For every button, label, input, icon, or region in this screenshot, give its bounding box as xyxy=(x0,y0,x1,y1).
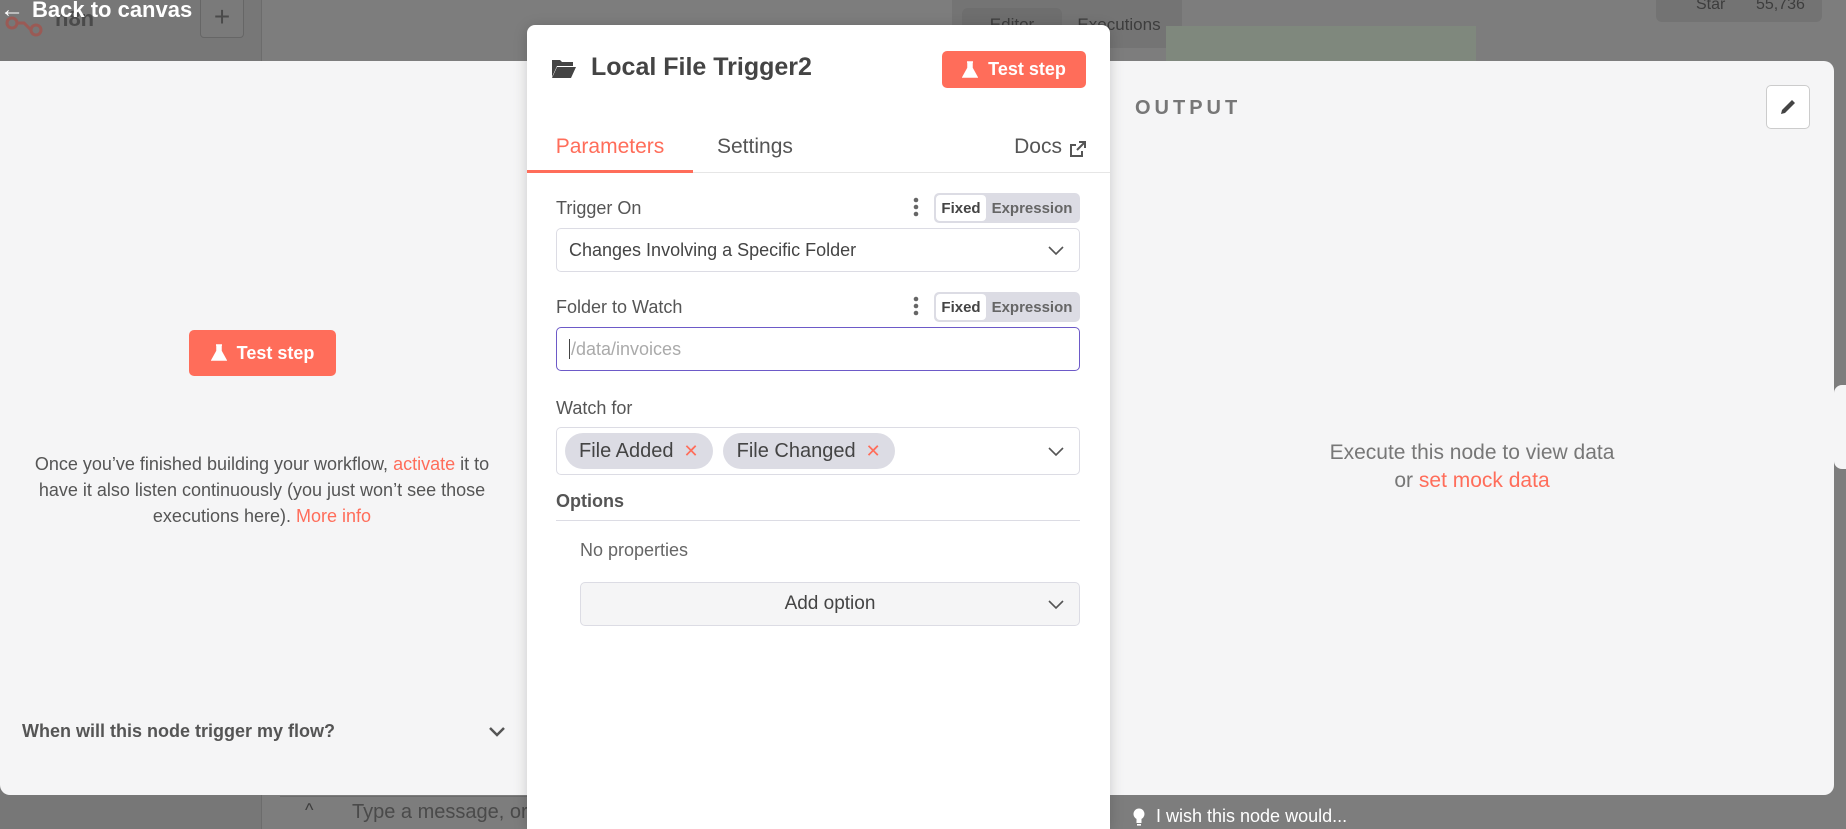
add-option-button[interactable]: Add option xyxy=(580,582,1080,626)
mode-expression-button[interactable]: Expression xyxy=(986,200,1078,217)
input-test-step-button[interactable]: Test step xyxy=(189,330,336,376)
chip-label: File Added xyxy=(579,439,674,462)
panel-edge-handle xyxy=(1834,385,1846,469)
external-link-icon xyxy=(1070,141,1086,157)
folder-mode-toggle: Fixed Expression xyxy=(934,292,1080,322)
docs-link[interactable]: Docs xyxy=(1014,107,1086,173)
back-to-canvas-button[interactable]: ← Back to canvas xyxy=(0,0,192,24)
options-heading: Options xyxy=(556,491,1080,521)
description-prefix: Once you’ve finished building your workf… xyxy=(34,454,389,474)
activate-link[interactable]: activate xyxy=(393,454,455,474)
test-step-label: Test step xyxy=(236,342,315,363)
folder-placeholder: /data/invoices xyxy=(571,338,682,359)
output-empty-message: Execute this node to view data or set mo… xyxy=(1210,439,1734,495)
tab-settings[interactable]: Settings xyxy=(717,107,793,173)
more-info-link[interactable]: More info xyxy=(296,506,371,526)
output-panel: OUTPUT Execute this node to view data or… xyxy=(1110,61,1834,795)
watch-for-multiselect[interactable]: File Added ✕ File Changed ✕ xyxy=(556,427,1080,475)
feature-request-label: I wish this node would... xyxy=(1156,806,1348,826)
trigger-on-select[interactable]: Changes Involving a Specific Folder xyxy=(556,228,1080,272)
feature-request-link[interactable]: I wish this node would... xyxy=(1132,806,1347,827)
tab-parameters[interactable]: Parameters xyxy=(527,107,693,173)
more-options-icon[interactable] xyxy=(913,197,919,217)
node-title[interactable]: Local File Trigger2 xyxy=(591,53,812,82)
star-count: 55,736 xyxy=(1756,0,1805,13)
faq-question: When will this node trigger my flow? xyxy=(22,721,336,741)
test-step-button[interactable]: Test step xyxy=(942,51,1086,88)
docs-label: Docs xyxy=(1014,135,1062,158)
mode-expression-button[interactable]: Expression xyxy=(986,299,1078,316)
folder-open-icon xyxy=(552,59,576,78)
text-cursor xyxy=(569,339,570,359)
chip-file-changed: File Changed ✕ xyxy=(722,433,895,469)
github-star-badge[interactable]: Star 55,736 xyxy=(1656,0,1822,22)
test-step-label: Test step xyxy=(988,59,1066,79)
trigger-description: Once you’ve finished building your workf… xyxy=(26,451,498,529)
chevron-down-icon xyxy=(1048,447,1064,457)
no-properties-text: No properties xyxy=(580,540,689,560)
back-to-canvas-label: Back to canvas xyxy=(32,0,193,22)
lightbulb-icon xyxy=(1133,808,1145,826)
trigger-on-label-row: Trigger On Fixed Expression xyxy=(556,193,1080,223)
add-node-button[interactable]: + xyxy=(200,0,244,38)
trigger-on-label: Trigger On xyxy=(556,197,642,218)
output-or: or xyxy=(1394,469,1414,492)
canvas-node-preview xyxy=(1166,26,1476,66)
output-message-line2: or set mock data xyxy=(1210,467,1734,495)
mode-fixed-button[interactable]: Fixed xyxy=(936,294,986,320)
pencil-icon xyxy=(1781,100,1795,114)
watch-for-label: Watch for xyxy=(556,397,633,418)
remove-chip-icon[interactable]: ✕ xyxy=(866,441,881,462)
watch-for-label-row: Watch for xyxy=(556,393,1080,423)
node-tabs: Parameters Settings Docs xyxy=(527,107,1110,173)
folder-to-watch-input[interactable]: /data/invoices xyxy=(556,327,1080,371)
arrow-left-icon: ← xyxy=(0,0,24,23)
output-label: OUTPUT xyxy=(1135,97,1242,119)
trigger-on-mode-toggle: Fixed Expression xyxy=(934,193,1080,223)
edit-output-button[interactable] xyxy=(1766,85,1810,129)
trigger-on-value: Changes Involving a Specific Folder xyxy=(569,239,857,260)
flask-icon xyxy=(962,60,979,78)
node-title-row: Local File Trigger2 xyxy=(551,53,812,82)
chevron-down-icon xyxy=(1048,246,1064,256)
output-message-line1: Execute this node to view data xyxy=(1329,441,1615,464)
chip-file-added: File Added ✕ xyxy=(565,433,713,469)
folder-label-row: Folder to Watch Fixed Expression xyxy=(556,292,1080,322)
set-mock-data-link[interactable]: set mock data xyxy=(1419,469,1550,492)
add-option-label: Add option xyxy=(784,593,876,614)
node-parameters-panel: Local File Trigger2 Test step Parameters… xyxy=(527,25,1110,829)
remove-chip-icon[interactable]: ✕ xyxy=(684,441,699,462)
more-options-icon[interactable] xyxy=(913,296,919,316)
chip-label: File Changed xyxy=(736,439,856,462)
chevron-down-icon xyxy=(489,726,505,737)
flask-icon xyxy=(210,344,227,361)
star-label: Star xyxy=(1696,0,1726,13)
input-panel: Test step Once you’ve finished building … xyxy=(0,61,527,795)
folder-to-watch-label: Folder to Watch xyxy=(556,296,683,317)
chevron-down-icon xyxy=(1048,600,1064,610)
trigger-faq-toggle[interactable]: When will this node trigger my flow? xyxy=(22,721,506,742)
mode-fixed-button[interactable]: Fixed xyxy=(936,195,986,221)
